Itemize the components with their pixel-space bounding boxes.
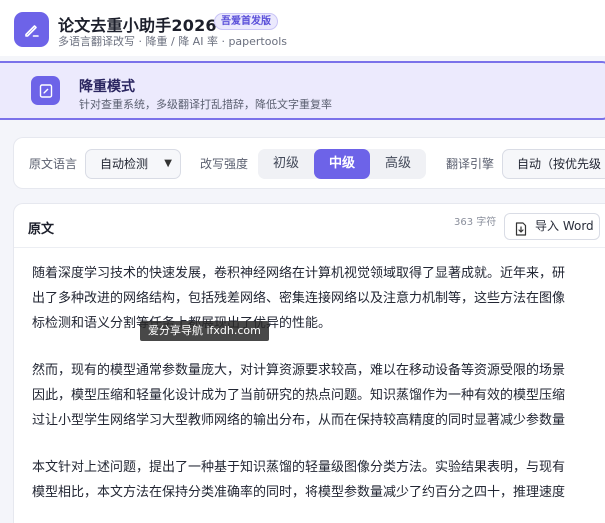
engine-label: 翻译引擎 bbox=[446, 157, 495, 171]
watermark-overlay: 爱分享导航 ifxdh.com bbox=[140, 321, 269, 341]
text-line: 过让小型学生网络学习大型教师网络的输出分布，从而在保持较高精度的同时显著减少参数… bbox=[32, 413, 566, 428]
original-text-panel: 原文 363 字符 导入 Word 随着深度学习技术的快速发展，卷积神经网络在计… bbox=[13, 203, 605, 523]
strength-option-basic[interactable]: 初级 bbox=[258, 149, 314, 179]
strength-option-medium[interactable]: 中级 bbox=[314, 149, 370, 179]
options-bar: 原文语言 自动检测 ▼ 改写强度 初级 中级 高级 翻译引擎 自动（按优先级 bbox=[13, 137, 605, 189]
text-line: 随着深度学习技术的快速发展，卷积神经网络在计算机视觉领域取得了显著成就。近年来，… bbox=[32, 266, 566, 281]
chevron-down-icon: ▼ bbox=[164, 158, 172, 169]
text-line: 然而，现有的模型通常参数量庞大，对计算资源要求较高，难以在移动设备等资源受限的场… bbox=[32, 363, 566, 378]
import-word-button[interactable]: 导入 Word bbox=[504, 213, 600, 240]
app-subtitle: 多语言翻译改写 · 降重 / 降 AI 率 · papertools bbox=[58, 35, 287, 48]
engine-select[interactable]: 自动（按优先级 bbox=[502, 149, 605, 179]
app-header: 论文去重小助手2026 吾爱首发版 多语言翻译改写 · 降重 / 降 AI 率 … bbox=[0, 0, 605, 56]
pencil-edit-icon bbox=[14, 12, 49, 47]
file-import-icon bbox=[515, 220, 527, 245]
original-text-area[interactable]: 随着深度学习技术的快速发展，卷积神经网络在计算机视觉领域取得了显著成就。近年来，… bbox=[32, 261, 605, 523]
panel-header: 原文 363 字符 导入 Word bbox=[14, 204, 605, 248]
source-language-label: 原文语言 bbox=[29, 157, 78, 171]
text-line: 出了多种改进的网络结构，包括残差网络、密集连接网络以及注意力机制等，这些方法在图… bbox=[32, 291, 566, 306]
text-line: 标检测和语义分割等任务上都展现出了优异的性能。 bbox=[32, 311, 605, 336]
char-count: 363 字符 bbox=[454, 217, 497, 228]
mode-description: 针对查重系统，多级翻译打乱措辞，降低文字重复率 bbox=[79, 98, 332, 111]
text-line: 本文针对上述问题，提出了一种基于知识蒸馏的轻量级图像分类方法。实验结果表明，与现… bbox=[32, 460, 566, 475]
strength-option-advanced[interactable]: 高级 bbox=[370, 149, 426, 179]
document-edit-icon bbox=[31, 76, 60, 105]
mode-title: 降重模式 bbox=[79, 79, 135, 95]
text-line: 模型相比，本文方法在保持分类准确率的同时，将模型参数量减少了约百分之四十，推理速… bbox=[32, 485, 566, 500]
release-badge: 吾爱首发版 bbox=[214, 13, 278, 30]
paragraph: 本文针对上述问题，提出了一种基于知识蒸馏的轻量级图像分类方法。实验结果表明，与现… bbox=[32, 455, 605, 505]
text-line: 因此，模型压缩和轻量化设计成为了当前研究的热点问题。知识蒸馏作为一种有效的模型压… bbox=[32, 388, 566, 403]
panel-title: 原文 bbox=[28, 222, 55, 237]
engine-value: 自动（按优先级 bbox=[517, 157, 602, 171]
mode-card[interactable]: 降重模式 针对查重系统，多级翻译打乱措辞，降低文字重复率 bbox=[0, 61, 605, 120]
import-word-label: 导入 Word bbox=[535, 219, 594, 233]
strength-label: 改写强度 bbox=[200, 157, 249, 171]
strength-segmented-control: 初级 中级 高级 bbox=[258, 149, 426, 179]
paragraph: 随着深度学习技术的快速发展，卷积神经网络在计算机视觉领域取得了显著成就。近年来，… bbox=[32, 261, 605, 336]
source-language-value: 自动检测 bbox=[100, 157, 149, 171]
source-language-select[interactable]: 自动检测 ▼ bbox=[85, 149, 181, 179]
paragraph: 然而，现有的模型通常参数量庞大，对计算资源要求较高，难以在移动设备等资源受限的场… bbox=[32, 358, 605, 433]
